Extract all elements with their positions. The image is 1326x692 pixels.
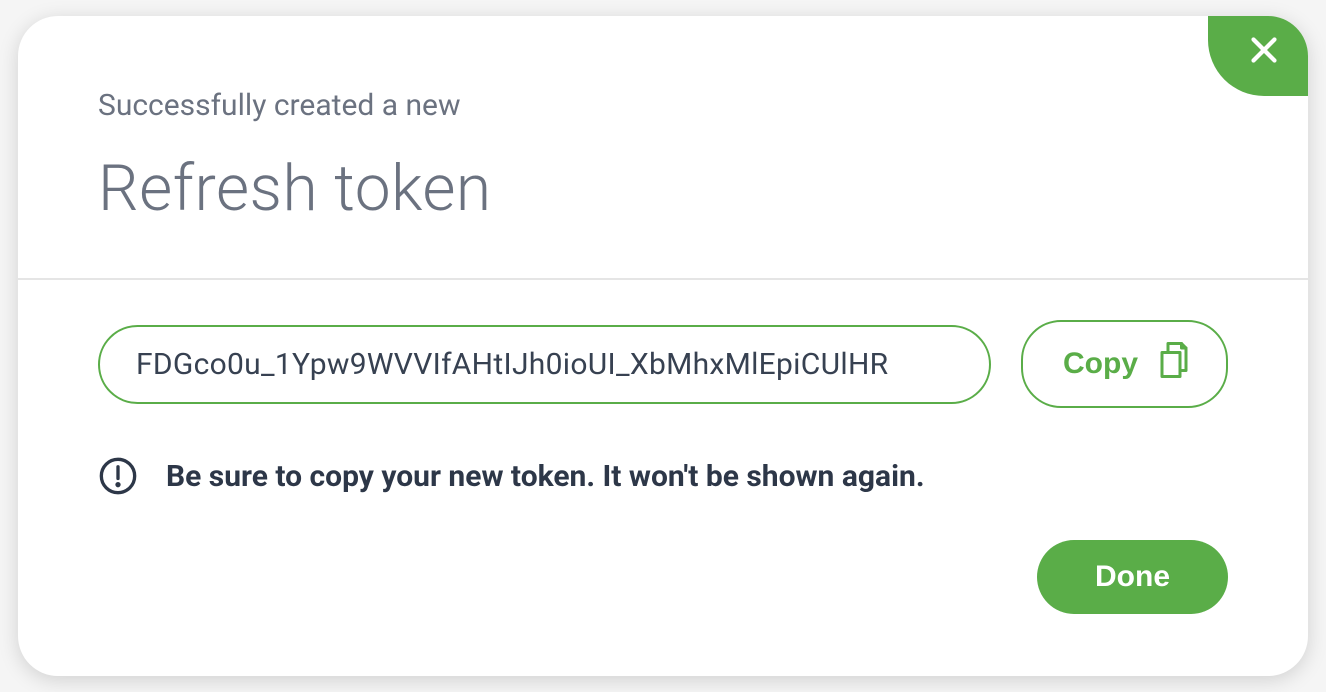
close-icon [1246, 32, 1282, 72]
warning-text: Be sure to copy your new token. It won't… [166, 459, 925, 494]
modal-footer: Done [98, 540, 1228, 614]
modal-subtitle: Successfully created a new [98, 88, 1228, 123]
token-row: FDGco0u_1Ypw9WVVIfAHtIJh0ioUI_XbMhxMlEpi… [98, 320, 1228, 408]
modal-title: Refresh token [98, 151, 1228, 226]
token-modal: Successfully created a new Refresh token… [18, 16, 1308, 676]
copy-button-label: Copy [1063, 347, 1138, 381]
warning-row: Be sure to copy your new token. It won't… [98, 456, 1228, 496]
done-button[interactable]: Done [1037, 540, 1228, 614]
copy-button[interactable]: Copy [1021, 320, 1228, 408]
modal-header: Successfully created a new Refresh token [18, 16, 1308, 280]
modal-content: FDGco0u_1Ypw9WVVIfAHtIJh0ioUI_XbMhxMlEpi… [18, 280, 1308, 654]
warning-icon [98, 456, 138, 496]
copy-icon [1156, 340, 1192, 388]
token-value-field[interactable]: FDGco0u_1Ypw9WVVIfAHtIJh0ioUI_XbMhxMlEpi… [98, 325, 991, 404]
